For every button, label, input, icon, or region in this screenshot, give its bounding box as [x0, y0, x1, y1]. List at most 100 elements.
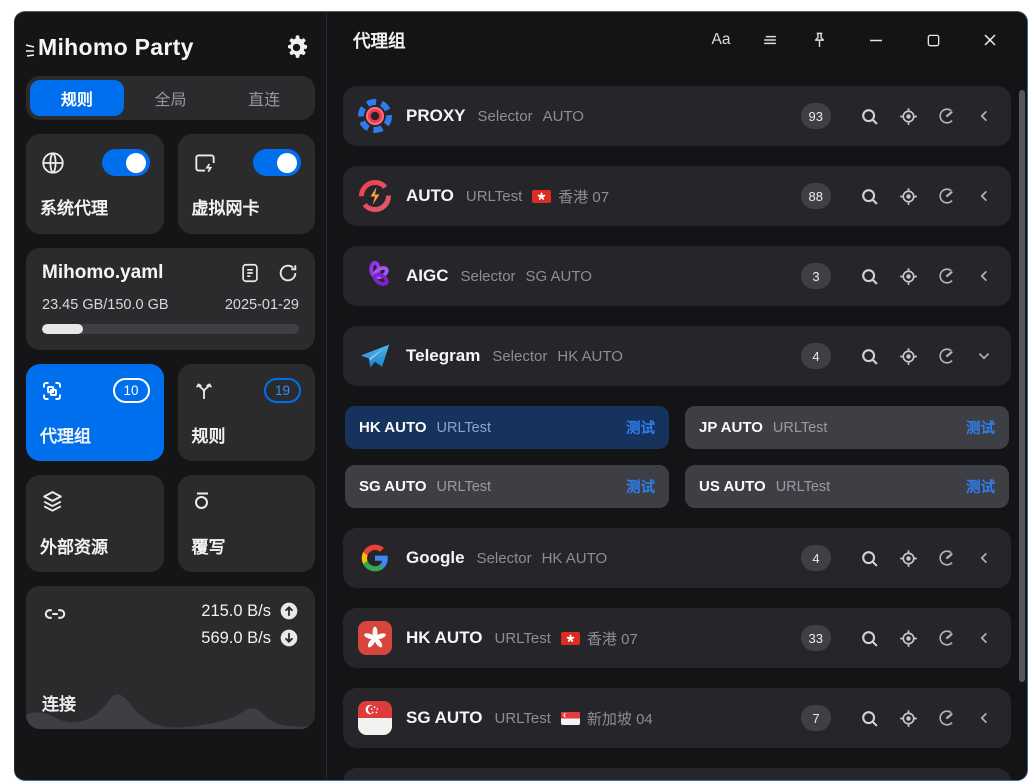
app-window: Mihomo Party 规则 全局 直连 系统代理	[14, 11, 1028, 781]
chevron-left-icon	[975, 629, 993, 647]
speedtest-icon	[937, 548, 957, 568]
tab-rule-mode[interactable]: 规则	[30, 80, 124, 116]
locate-button[interactable]	[894, 182, 923, 211]
search-button[interactable]	[855, 624, 884, 653]
scrollbar-thumb[interactable]	[1019, 90, 1025, 682]
sort-button[interactable]	[755, 25, 785, 55]
sidebar-item-override[interactable]: 覆写	[178, 475, 316, 572]
option-name: HK AUTO	[359, 419, 427, 436]
locate-icon	[898, 628, 919, 649]
sidebar-item-proxy-groups[interactable]: 10 代理组	[26, 364, 164, 461]
link-icon	[42, 601, 68, 627]
speedtest-button[interactable]	[933, 624, 961, 652]
sg-flag-logo-icon	[357, 700, 393, 736]
edit-profile-button[interactable]	[239, 262, 261, 284]
group-current-node: HK AUTO	[557, 348, 623, 365]
search-button[interactable]	[855, 262, 884, 291]
speedtest-button[interactable]	[933, 544, 961, 572]
sidebar-item-resources[interactable]: 外部资源	[26, 475, 164, 572]
sidebar: Mihomo Party 规则 全局 直连 系统代理	[15, 12, 327, 780]
proxy-group-list: PROXY Selector AUTO 93 AUTO URLTest 香港 0…	[327, 68, 1027, 780]
speedtest-button[interactable]	[933, 704, 961, 732]
speedtest-button[interactable]	[933, 342, 961, 370]
tab-direct-mode[interactable]: 直连	[217, 80, 311, 116]
locate-button[interactable]	[894, 342, 923, 371]
search-icon	[859, 266, 880, 287]
rules-label: 规则	[192, 422, 302, 447]
node-count-badge: 4	[801, 545, 831, 571]
proxy-option-sg-auto[interactable]: SG AUTO URLTest 测试	[345, 465, 669, 508]
proxy-option-jp-auto[interactable]: JP AUTO URLTest 测试	[685, 406, 1009, 449]
proxy-group-row-auto[interactable]: AUTO URLTest 香港 07 88	[343, 166, 1011, 226]
rules-count-badge: 19	[264, 378, 301, 403]
outbound-mode-tabs: 规则 全局 直连	[26, 76, 315, 120]
maximize-button[interactable]	[918, 25, 948, 55]
proxy-option-hk-auto[interactable]: HK AUTO URLTest 测试	[345, 406, 669, 449]
collapse-button[interactable]	[971, 343, 997, 369]
telegram-proxy-options: HK AUTO URLTest 测试 JP AUTO URLTest 测试 SG…	[345, 406, 1009, 508]
proxy-group-row-sg-auto[interactable]: SG AUTO URLTest 新加坡 04 7	[343, 688, 1011, 748]
resources-label: 外部资源	[40, 533, 150, 558]
locate-button[interactable]	[894, 102, 923, 131]
proxy-groups-count-badge: 10	[113, 378, 150, 403]
search-icon	[859, 186, 880, 207]
proxy-group-row-hk-auto[interactable]: HK AUTO URLTest 香港 07 33	[343, 608, 1011, 668]
system-proxy-card[interactable]: 系统代理	[26, 134, 164, 234]
speedtest-icon	[937, 346, 957, 366]
system-proxy-toggle[interactable]	[102, 149, 150, 176]
speedtest-button[interactable]	[933, 102, 961, 130]
tab-global-mode[interactable]: 全局	[124, 80, 218, 116]
proxy-group-row-aigc[interactable]: AIGC Selector SG AUTO 3	[343, 246, 1011, 306]
group-current-node: AUTO	[543, 108, 584, 125]
proxy-group-row-google[interactable]: Google Selector HK AUTO 4	[343, 528, 1011, 588]
test-latency-button[interactable]: 测试	[966, 417, 995, 438]
expand-button[interactable]	[971, 705, 997, 731]
sidebar-item-rules[interactable]: 19 规则	[178, 364, 316, 461]
profile-name: Mihomo.yaml	[42, 262, 163, 284]
group-type: Selector	[461, 268, 516, 285]
search-button[interactable]	[855, 342, 884, 371]
text-size-button[interactable]: Aa	[706, 25, 736, 55]
proxy-logo-icon	[357, 98, 393, 134]
search-button[interactable]	[855, 182, 884, 211]
tun-card[interactable]: 虚拟网卡	[178, 134, 316, 234]
speedtest-button[interactable]	[933, 262, 961, 290]
proxy-group-row-partial[interactable]	[343, 768, 1011, 780]
document-icon	[239, 262, 261, 284]
locate-button[interactable]	[894, 624, 923, 653]
connections-card[interactable]: 215.0 B/s 569.0 B/s 连接	[26, 586, 315, 729]
minimize-button[interactable]	[861, 25, 891, 55]
search-button[interactable]	[855, 704, 884, 733]
option-type: URLTest	[773, 420, 828, 436]
test-latency-button[interactable]: 测试	[626, 476, 655, 497]
speedtest-icon	[937, 266, 957, 286]
toggle-knob	[277, 153, 297, 173]
profile-card[interactable]: Mihomo.yaml 23.45 GB/150.0 GB 2025-01-29	[26, 248, 315, 350]
search-button[interactable]	[855, 544, 884, 573]
speedtest-icon	[937, 186, 957, 206]
tun-toggle[interactable]	[253, 149, 301, 176]
locate-button[interactable]	[894, 544, 923, 573]
toggle-knob	[126, 153, 146, 173]
upload-speed: 215.0 B/s	[201, 602, 271, 621]
settings-button[interactable]	[282, 33, 311, 62]
test-latency-button[interactable]: 测试	[626, 417, 655, 438]
update-profile-button[interactable]	[277, 262, 299, 284]
expand-button[interactable]	[971, 263, 997, 289]
search-button[interactable]	[855, 102, 884, 131]
locate-button[interactable]	[894, 262, 923, 291]
locate-button[interactable]	[894, 704, 923, 733]
proxy-group-row-telegram[interactable]: Telegram Selector HK AUTO 4	[343, 326, 1011, 386]
pin-button[interactable]	[804, 25, 834, 55]
test-latency-button[interactable]: 测试	[966, 476, 995, 497]
proxy-option-us-auto[interactable]: US AUTO URLTest 测试	[685, 465, 1009, 508]
proxy-group-row-proxy[interactable]: PROXY Selector AUTO 93	[343, 86, 1011, 146]
expand-button[interactable]	[971, 103, 997, 129]
expand-button[interactable]	[971, 183, 997, 209]
close-button[interactable]	[975, 25, 1005, 55]
expand-button[interactable]	[971, 545, 997, 571]
expand-button[interactable]	[971, 625, 997, 651]
node-count-badge: 88	[801, 183, 831, 209]
speedtest-button[interactable]	[933, 182, 961, 210]
group-name: Google	[406, 548, 465, 568]
